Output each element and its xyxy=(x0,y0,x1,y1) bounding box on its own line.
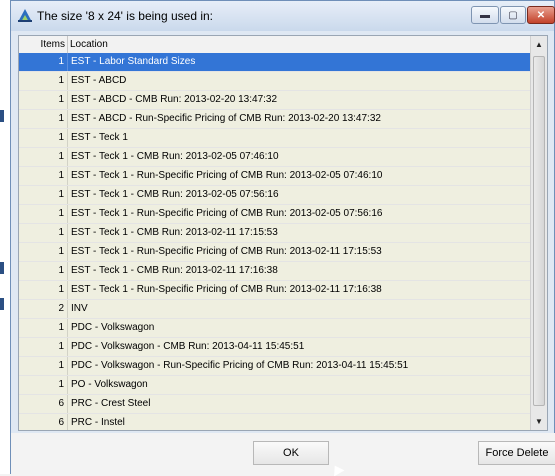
background-marker xyxy=(0,110,4,122)
items-cell: 1 xyxy=(19,281,68,299)
table-row[interactable]: 1 EST - ABCD - CMB Run: 2013-02-20 13:47:… xyxy=(19,91,532,110)
location-cell: EST - ABCD - Run-Specific Pricing of CMB… xyxy=(68,110,532,128)
items-cell: 1 xyxy=(19,262,68,280)
minimize-icon: ▬ xyxy=(480,9,490,21)
location-cell: EST - ABCD xyxy=(68,72,532,90)
table-row[interactable]: 1 EST - Teck 1 - CMB Run: 2013-02-11 17:1… xyxy=(19,262,532,281)
items-cell: 1 xyxy=(19,53,68,71)
table-row[interactable]: 1 EST - Teck 1 - CMB Run: 2013-02-11 17:1… xyxy=(19,224,532,243)
location-cell: EST - Teck 1 - Run-Specific Pricing of C… xyxy=(68,281,532,299)
column-header-items[interactable]: Items xyxy=(19,36,68,53)
background-marker xyxy=(0,262,4,274)
items-cell: 1 xyxy=(19,110,68,128)
items-cell: 1 xyxy=(19,186,68,204)
table-row[interactable]: 1 EST - Teck 1 - CMB Run: 2013-02-05 07:5… xyxy=(19,186,532,205)
table-row[interactable]: 1 EST - ABCD xyxy=(19,72,532,91)
vertical-scrollbar[interactable]: ▲ ▼ xyxy=(530,36,547,430)
maximize-icon: ▢ xyxy=(508,9,518,21)
scroll-up-icon[interactable]: ▲ xyxy=(531,36,547,53)
table-row[interactable]: 1 PDC - Volkswagon xyxy=(19,319,532,338)
table-row[interactable]: 1 EST - Teck 1 - Run-Specific Pricing of … xyxy=(19,205,532,224)
location-cell: EST - Teck 1 - CMB Run: 2013-02-05 07:56… xyxy=(68,186,532,204)
close-icon: ✕ xyxy=(536,9,546,21)
items-cell: 1 xyxy=(19,224,68,242)
items-cell: 1 xyxy=(19,72,68,90)
table-row[interactable]: 1 PDC - Volkswagon - Run-Specific Pricing… xyxy=(19,357,532,376)
dialog-footer: OK Force Delete xyxy=(11,433,555,475)
window-title: The size '8 x 24' is being used in: xyxy=(37,9,214,23)
table-row[interactable]: 1 EST - Teck 1 - Run-Specific Pricing of … xyxy=(19,167,532,186)
location-cell: PDC - Volkswagon xyxy=(68,319,532,337)
location-cell: INV xyxy=(68,300,532,318)
table-row[interactable]: 1 EST - Teck 1 - CMB Run: 2013-02-05 07:4… xyxy=(19,148,532,167)
items-cell: 1 xyxy=(19,167,68,185)
items-cell: 1 xyxy=(19,338,68,356)
location-cell: EST - Teck 1 - Run-Specific Pricing of C… xyxy=(68,167,532,185)
grid-header: Items Location xyxy=(19,36,532,54)
grid-rows: 1 EST - Labor Standard Sizes 1 EST - ABCD 1 E… xyxy=(19,53,532,430)
location-cell: EST - Teck 1 - CMB Run: 2013-02-05 07:46… xyxy=(68,148,532,166)
table-row[interactable]: 1 EST - Teck 1 - Run-Specific Pricing of … xyxy=(19,281,532,300)
table-row[interactable]: 2 INV xyxy=(19,300,532,319)
location-cell: PDC - Volkswagon - Run-Specific Pricing … xyxy=(68,357,532,375)
scroll-thumb[interactable] xyxy=(533,56,545,406)
items-cell: 1 xyxy=(19,205,68,223)
items-cell: 2 xyxy=(19,300,68,318)
items-cell: 6 xyxy=(19,395,68,413)
location-cell: PRC - Instel xyxy=(68,414,532,430)
usage-dialog: The size '8 x 24' is being used in: ▬ ▢ … xyxy=(10,0,555,475)
table-row[interactable]: 6 PRC - Crest Steel xyxy=(19,395,532,414)
minimize-button[interactable]: ▬ xyxy=(471,6,499,24)
table-row[interactable]: 1 EST - Teck 1 - Run-Specific Pricing of … xyxy=(19,243,532,262)
table-row[interactable]: 1 EST - Teck 1 xyxy=(19,129,532,148)
location-grid: Items Location 1 EST - Labor Standard Siz… xyxy=(18,35,548,431)
location-cell: EST - ABCD - CMB Run: 2013-02-20 13:47:3… xyxy=(68,91,532,109)
location-cell: EST - Teck 1 - Run-Specific Pricing of C… xyxy=(68,205,532,223)
location-cell: EST - Teck 1 - Run-Specific Pricing of C… xyxy=(68,243,532,261)
table-row[interactable]: 1 EST - Labor Standard Sizes xyxy=(19,53,532,72)
title-bar[interactable]: The size '8 x 24' is being used in: ▬ ▢ … xyxy=(11,1,555,31)
table-row[interactable]: 1 PDC - Volkswagon - CMB Run: 2013-04-11 … xyxy=(19,338,532,357)
app-icon xyxy=(18,9,32,22)
location-cell: EST - Teck 1 - CMB Run: 2013-02-11 17:15… xyxy=(68,224,532,242)
items-cell: 1 xyxy=(19,376,68,394)
table-row[interactable]: 1 PO - Volkswagon xyxy=(19,376,532,395)
force-delete-button[interactable]: Force Delete xyxy=(478,441,555,465)
maximize-button[interactable]: ▢ xyxy=(500,6,526,24)
items-cell: 1 xyxy=(19,357,68,375)
items-cell: 1 xyxy=(19,129,68,147)
close-button[interactable]: ✕ xyxy=(527,6,555,24)
location-cell: EST - Teck 1 - CMB Run: 2013-02-11 17:16… xyxy=(68,262,532,280)
items-cell: 1 xyxy=(19,148,68,166)
items-cell: 1 xyxy=(19,243,68,261)
location-cell: PRC - Crest Steel xyxy=(68,395,532,413)
ok-button[interactable]: OK xyxy=(253,441,329,465)
column-header-location[interactable]: Location xyxy=(68,36,532,53)
table-row[interactable]: 1 EST - ABCD - Run-Specific Pricing of CM… xyxy=(19,110,532,129)
location-cell: PDC - Volkswagon - CMB Run: 2013-04-11 1… xyxy=(68,338,532,356)
items-cell: 6 xyxy=(19,414,68,430)
background-marker xyxy=(0,298,4,310)
items-cell: 1 xyxy=(19,91,68,109)
location-cell: PO - Volkswagon xyxy=(68,376,532,394)
location-cell: EST - Teck 1 xyxy=(68,129,532,147)
items-cell: 1 xyxy=(19,319,68,337)
location-cell: EST - Labor Standard Sizes xyxy=(68,53,532,71)
table-row[interactable]: 6 PRC - Instel xyxy=(19,414,532,430)
scroll-down-icon[interactable]: ▼ xyxy=(531,413,547,430)
